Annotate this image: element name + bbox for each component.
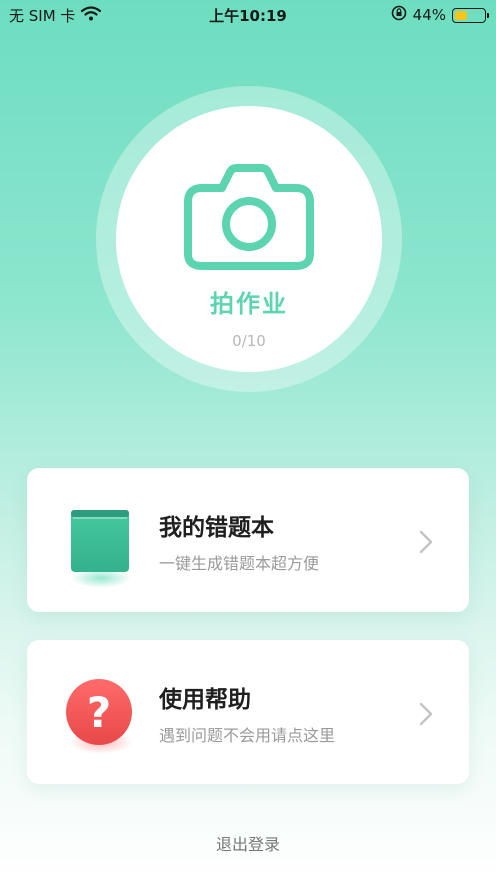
battery-level [455, 10, 467, 20]
camera-label: 拍作业 [210, 290, 288, 318]
wrong-questions-notebook-card[interactable]: 我的错题本 一键生成错题本超方便 [27, 468, 469, 612]
card-subtitle: 遇到问题不会用请点这里 [159, 726, 336, 745]
card-title: 我的错题本 [159, 515, 274, 541]
orientation-lock-icon [391, 5, 407, 25]
battery-icon [452, 7, 489, 23]
chevron-right-icon [419, 702, 433, 730]
card-title: 使用帮助 [159, 687, 251, 713]
usage-help-card[interactable]: ? 使用帮助 遇到问题不会用请点这里 [27, 640, 469, 784]
battery-percent: 44% [412, 6, 446, 24]
camera-icon [180, 162, 318, 276]
chevron-right-icon [419, 530, 433, 558]
card-subtitle: 一键生成错题本超方便 [159, 554, 320, 573]
photo-count: 0/10 [232, 332, 266, 350]
svg-text:?: ? [87, 688, 111, 737]
take-homework-photo-button[interactable]: 拍作业 0/10 [116, 106, 382, 372]
status-bar: 无 SIM 卡 上午10:19 44% [0, 0, 496, 30]
question-icon: ? [65, 678, 137, 762]
book-icon [69, 508, 133, 596]
logout-button[interactable]: 退出登录 [0, 831, 496, 855]
